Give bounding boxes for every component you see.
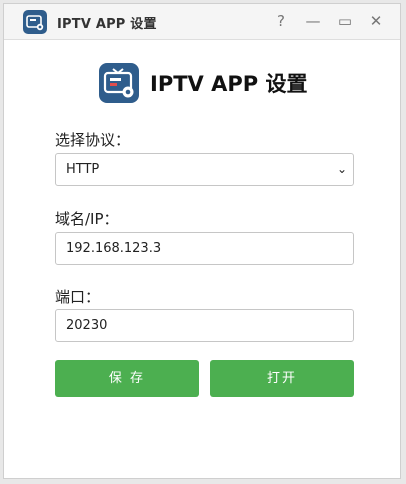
- close-icon[interactable]: ✕: [367, 12, 385, 30]
- settings-window: IPTV APP 设置 ? — ▭ ✕ IPTV APP 设置 选择协议： HT…: [3, 3, 401, 479]
- protocol-select[interactable]: HTTP ⌄: [55, 153, 354, 186]
- page-title: IPTV APP 设置: [150, 72, 308, 96]
- protocol-label: 选择协议：: [55, 131, 131, 149]
- domain-input[interactable]: 192.168.123.3: [55, 232, 354, 265]
- open-button[interactable]: 打开: [210, 360, 354, 397]
- app-logo-icon: [99, 63, 139, 103]
- save-button[interactable]: 保 存: [55, 360, 199, 397]
- minimize-icon[interactable]: —: [304, 12, 322, 30]
- protocol-value: HTTP: [66, 162, 100, 177]
- window-title: IPTV APP 设置: [57, 17, 157, 32]
- chevron-down-icon: ⌄: [336, 162, 347, 176]
- title-bar: IPTV APP 设置 ? — ▭ ✕: [4, 4, 400, 40]
- app-tv-icon: [23, 10, 47, 34]
- port-label: 端口：: [55, 288, 101, 306]
- domain-label: 域名/IP：: [55, 210, 119, 228]
- port-input[interactable]: 20230: [55, 309, 354, 342]
- maximize-icon[interactable]: ▭: [336, 12, 354, 30]
- help-icon[interactable]: ?: [272, 12, 290, 30]
